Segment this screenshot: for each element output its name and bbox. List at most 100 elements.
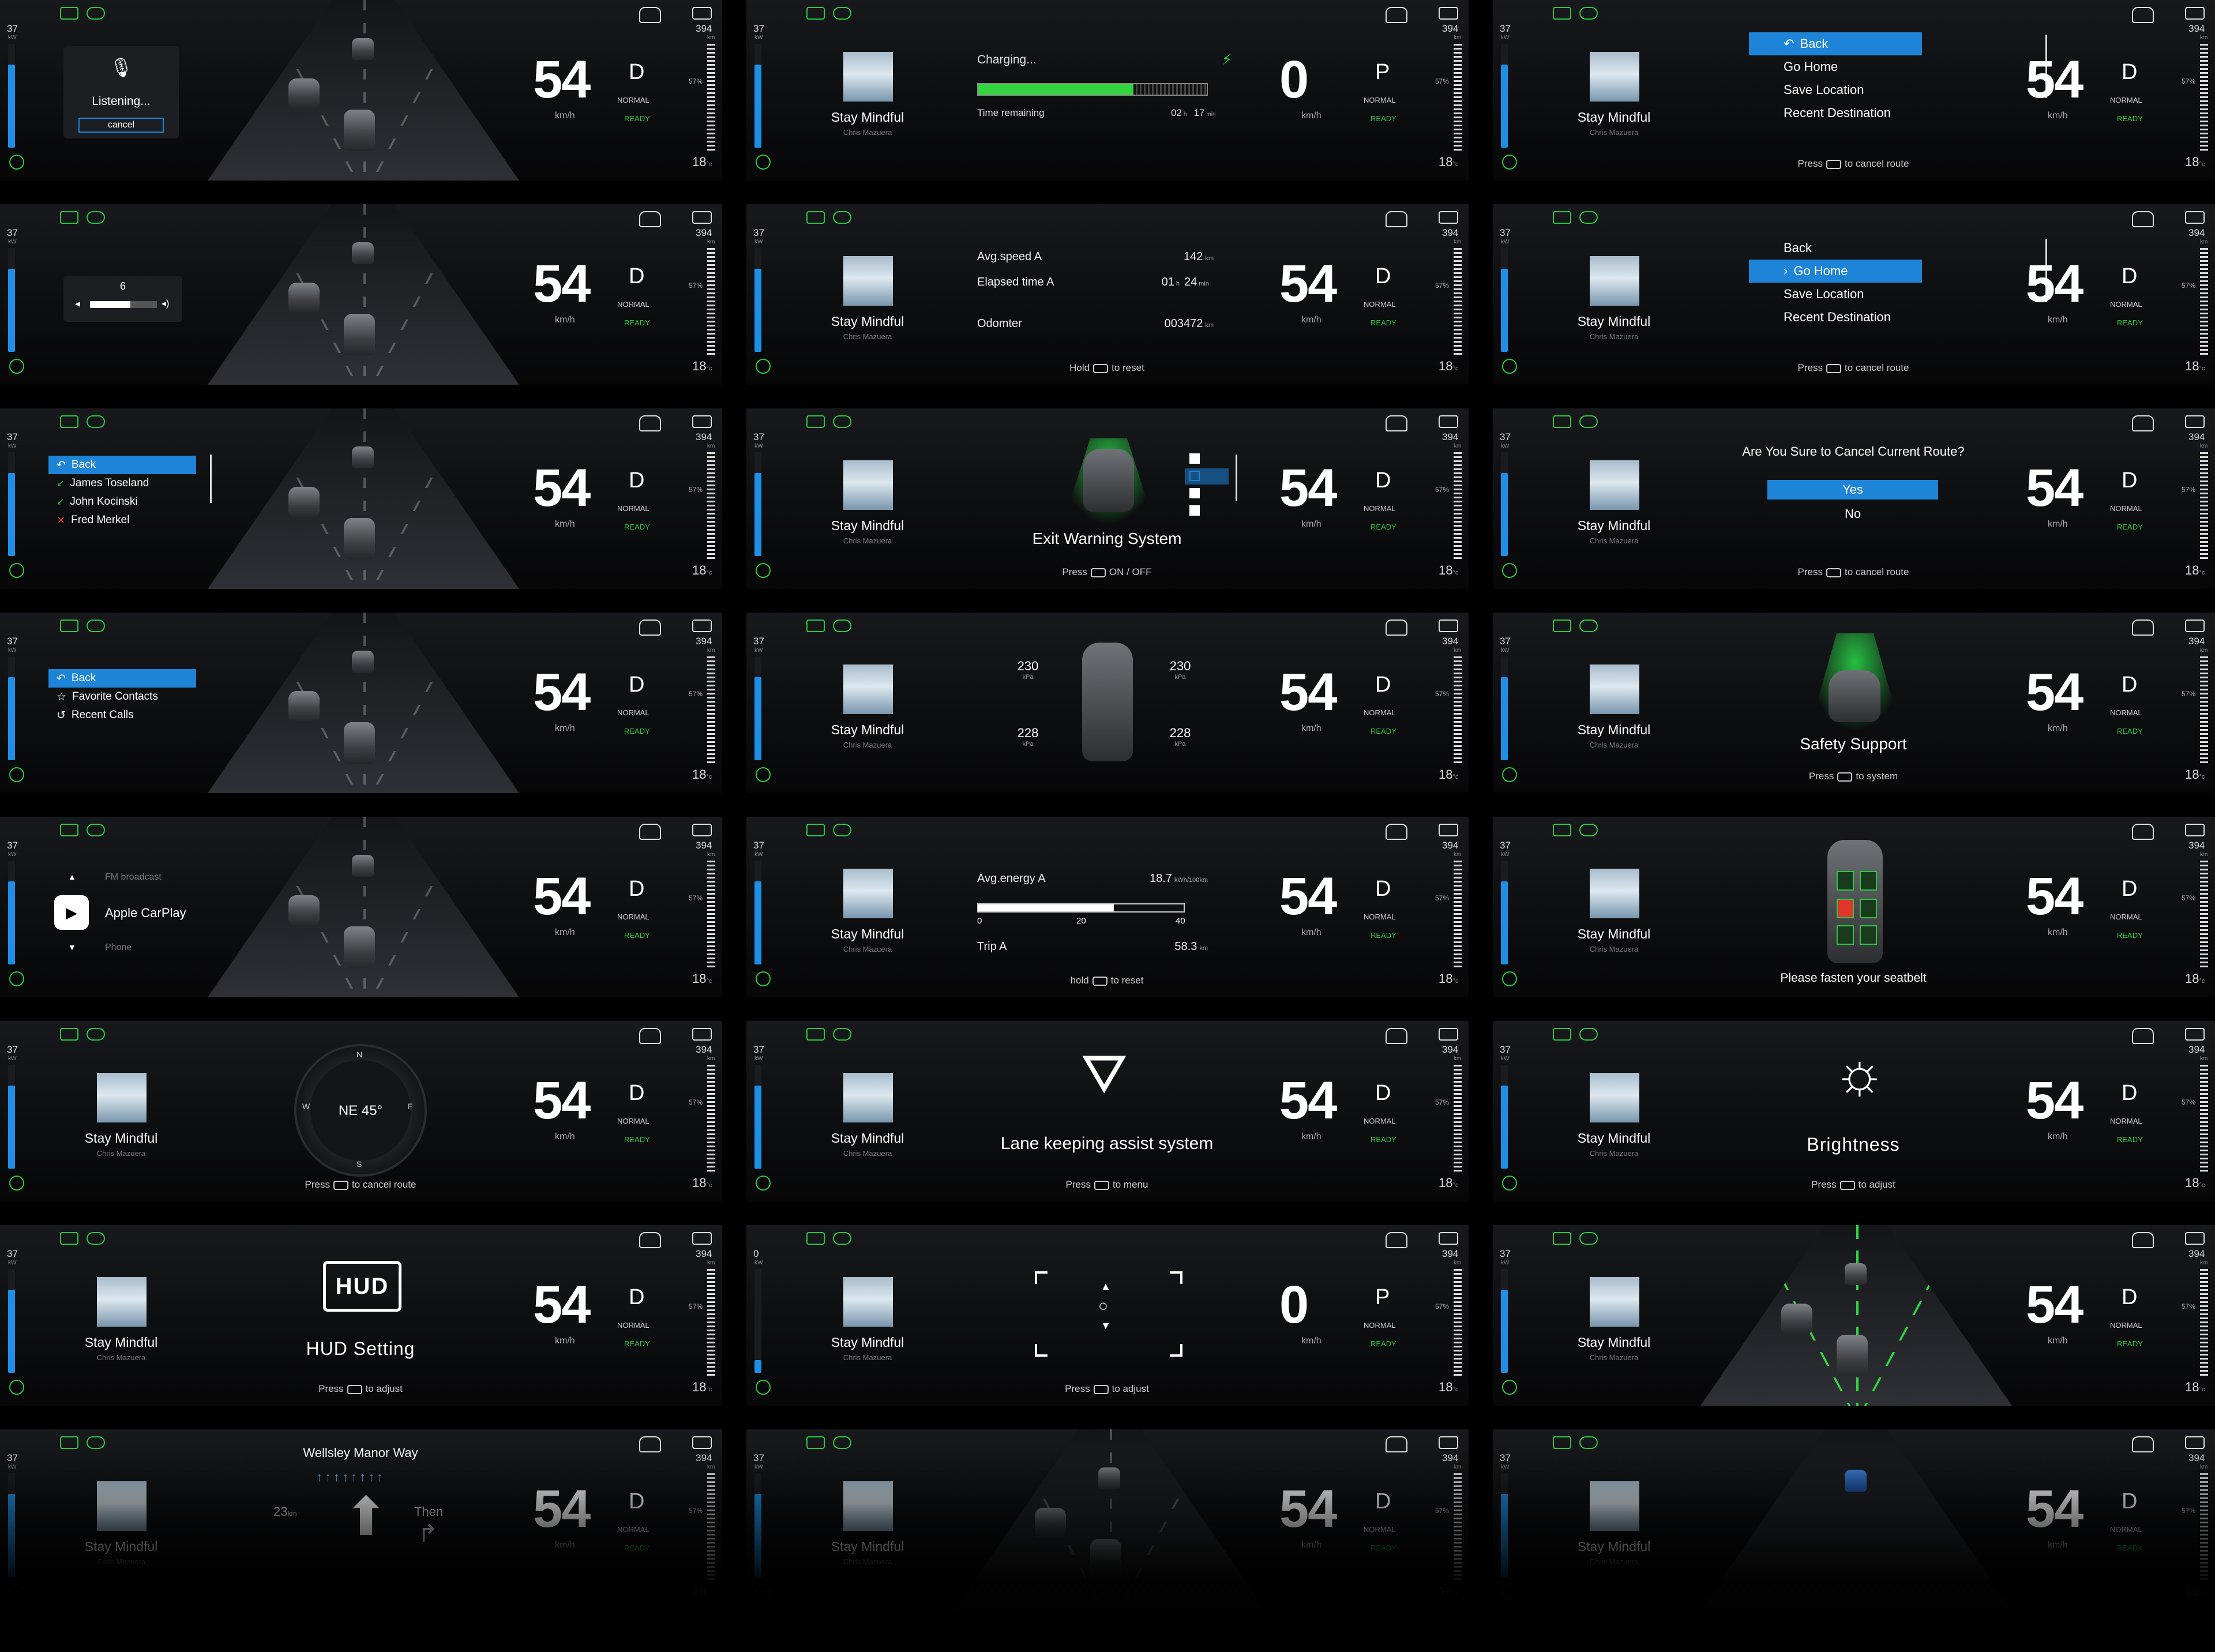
door-checkbox[interactable] xyxy=(1189,505,1200,516)
battery-level-ticks xyxy=(2200,1065,2208,1172)
power-value: 37 xyxy=(753,1452,764,1463)
eco-drive-icon xyxy=(1553,1028,1571,1041)
battery-percent: 57% xyxy=(2182,77,2196,85)
ego-vehicle xyxy=(1090,1539,1121,1580)
auto-headlight-icon xyxy=(833,1028,851,1041)
outside-temperature: 18°c xyxy=(692,1584,712,1599)
vehicle-adjacent xyxy=(1035,1508,1066,1538)
temperature-value: 18 xyxy=(1439,563,1453,577)
source-current[interactable]: Apple CarPlay xyxy=(105,906,186,921)
cluster-screen-trip: Stay Mindful Chris Mazuera Avg.speed A 142 k… xyxy=(746,204,1469,385)
volume-slider[interactable] xyxy=(90,301,157,308)
indicator-lights xyxy=(806,7,851,20)
driver-assist-icon xyxy=(1386,7,1407,23)
nav-menu-item[interactable]: Recent Destination xyxy=(1749,102,1922,125)
driver-assist-icon xyxy=(2132,415,2154,431)
call-item-label: John Kocinski xyxy=(70,495,138,508)
hint-suffix: to cancel route xyxy=(1844,362,1909,373)
seatbelt-message: Please fasten your seatbelt xyxy=(1780,971,1927,985)
power-unit: kW xyxy=(754,1056,763,1062)
power-bar-fill xyxy=(8,473,15,556)
power-unit: kW xyxy=(1501,851,1510,858)
indicator-lights xyxy=(1553,824,1598,836)
up-arrow-icon[interactable]: ▲ xyxy=(1101,1281,1111,1293)
down-arrow-icon[interactable]: ▼ xyxy=(1101,1320,1111,1332)
nav-menu-item[interactable]: Save Location xyxy=(1749,283,1922,306)
back-item[interactable]: ↶ Back xyxy=(48,456,196,474)
media-artist: Chris Mazuera xyxy=(843,128,892,137)
yes-option[interactable]: Yes xyxy=(1767,480,1938,500)
power-value: 37 xyxy=(7,840,18,851)
carplay-icon: ▶ xyxy=(54,895,89,930)
door-checkbox[interactable] xyxy=(1189,488,1200,498)
power-value: 37 xyxy=(7,636,18,647)
drive-mode: NORMAL xyxy=(617,708,650,717)
nav-menu-item[interactable]: › Go Home xyxy=(1749,260,1922,283)
battery-icon xyxy=(1439,824,1458,836)
distance-value: 23 xyxy=(273,1504,288,1519)
power-bar xyxy=(754,1065,761,1169)
call-list-item[interactable]: ↙ James Toseland xyxy=(48,474,196,493)
road-view xyxy=(208,204,519,385)
media-artist: Chris Mazuera xyxy=(1589,1149,1639,1158)
battery-icon xyxy=(1439,1232,1458,1245)
battery-level-ticks xyxy=(707,1269,715,1376)
power-bar-fill xyxy=(1501,881,1508,964)
speed-value: 54 xyxy=(533,663,591,722)
phone-menu-item[interactable]: ↶ Back xyxy=(48,669,196,688)
battery-icon xyxy=(2185,7,2205,20)
speed-value: 54 xyxy=(2026,1275,2083,1334)
temperature-unit: °c xyxy=(2199,1386,2205,1393)
battery-percent: 57% xyxy=(1435,1098,1450,1106)
eco-drive-icon xyxy=(60,1436,78,1449)
ready-status: READY xyxy=(2117,318,2143,327)
temperature-unit: °c xyxy=(2199,1590,2205,1597)
lane-marking xyxy=(1864,1225,1963,1406)
phone-menu-label: Recent Calls xyxy=(71,709,134,721)
lane-marking xyxy=(363,408,366,589)
hint-suffix: to cancel route xyxy=(1844,158,1909,169)
range-value: 394 xyxy=(1442,840,1459,851)
call-list-item[interactable]: ↙ John Kocinski xyxy=(48,493,196,511)
steering-button-icon xyxy=(347,1384,362,1394)
range-unit: km xyxy=(1454,851,1462,858)
album-art xyxy=(843,1277,893,1327)
power-unit: kW xyxy=(8,1260,17,1266)
street-name: Wellsley Manor Way xyxy=(303,1446,418,1460)
eco-drive-icon xyxy=(1553,1232,1571,1245)
temperature-value: 18 xyxy=(2185,359,2199,373)
cluster-screen-seatbelt: Stay Mindful Chris Mazuera Please fasten y… xyxy=(1493,817,2215,997)
ego-vehicle xyxy=(344,722,375,764)
vehicle-top-view-icon xyxy=(1829,670,1880,722)
speed-value: 54 xyxy=(1279,254,1337,313)
phone-menu-item[interactable]: ↺ Recent Calls xyxy=(48,706,196,724)
nav-menu-item[interactable]: Save Location xyxy=(1749,78,1922,102)
range-value: 394 xyxy=(696,23,712,34)
phone-menu-item[interactable]: ☆ Favorite Contacts xyxy=(48,688,196,706)
hint-prefix: Press xyxy=(1797,362,1823,373)
nav-menu-item[interactable]: Go Home xyxy=(1749,55,1922,78)
nav-menu-item[interactable]: Recent Destination xyxy=(1749,306,1922,329)
call-list-item[interactable]: ✕ Fred Merkel xyxy=(48,511,196,530)
power-value: 37 xyxy=(7,431,18,442)
door-checkbox[interactable] xyxy=(1189,453,1200,464)
power-bar xyxy=(754,861,761,964)
hint-suffix: to menu xyxy=(1113,1179,1148,1190)
nav-menu-item[interactable]: Back xyxy=(1749,236,1922,260)
steering-button-icon xyxy=(1826,568,1841,577)
no-option[interactable]: No xyxy=(1767,504,1938,524)
power-bar-fill xyxy=(754,269,761,352)
voice-cancel-button[interactable]: cancel xyxy=(78,118,164,133)
battery-level-ticks xyxy=(707,44,715,151)
eco-drive-icon xyxy=(806,415,825,428)
trip-value: 58.3 km xyxy=(1174,940,1208,953)
battery-icon xyxy=(1439,1436,1458,1449)
temperature-value: 18 xyxy=(2185,563,2199,577)
outside-temperature: 18°c xyxy=(692,155,712,170)
power-bar-fill xyxy=(754,677,761,760)
outside-temperature: 18°c xyxy=(2185,359,2205,374)
phone-menu-label: Back xyxy=(71,672,96,684)
battery-percent: 57% xyxy=(2182,1302,2196,1311)
nav-menu-item[interactable]: ↶ Back xyxy=(1749,32,1922,55)
battery-icon xyxy=(1439,211,1458,224)
